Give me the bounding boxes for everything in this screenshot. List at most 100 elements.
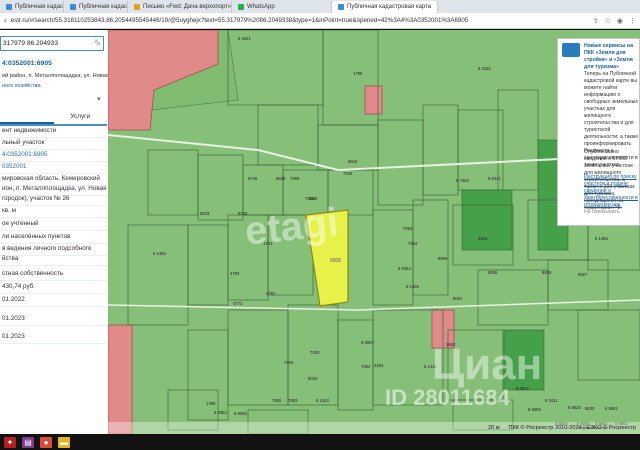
browser-tab[interactable]: Публичная кадастровая карта [0, 1, 64, 13]
news-popup: Новые сервисы на ПКК «Земля для стройки»… [557, 38, 640, 226]
browser-tab[interactable]: Публичная кадастровая карта [332, 1, 438, 13]
parcel-number-label: 8827 [578, 272, 588, 277]
breadcrumb-line-2: ного хозяйства [2, 83, 41, 89]
tab-favicon-icon [134, 4, 140, 10]
scale-label: 20 м [488, 425, 500, 431]
search-box[interactable]: ⌕ [0, 36, 104, 51]
tab-favicon-icon [238, 4, 244, 10]
parcel-number-label: 1789 [206, 401, 216, 406]
parcel-number-label: 7025 [343, 171, 353, 176]
tab-info[interactable] [0, 108, 54, 124]
instruction-link[interactable]: Инструкция по поиску участков и подаче с… [584, 174, 639, 209]
attribute-row[interactable]: 4:0352001:6905 [2, 151, 48, 158]
selected-parcel-label: 6905 [330, 258, 341, 264]
attribute-row: 430,74 руб. [2, 283, 36, 290]
search-input[interactable] [3, 40, 83, 47]
watermark-id: ID 28011684 [385, 385, 510, 410]
header-code-row: 4:0352001:6905 [0, 57, 107, 69]
building-pink[interactable] [108, 324, 133, 434]
parcel-number-label: 4793 [230, 271, 240, 276]
browser-tab[interactable]: Письмо «Fwd: Дача верхопорт» [128, 1, 232, 13]
parcel-number-label: 6 8255 [234, 411, 247, 416]
attribute-row: ент недвижимости [2, 127, 57, 134]
copyright-label: ПКК © Росреестр 2010-2024 | ЕЭКО © Росре… [508, 425, 636, 431]
browser-tab[interactable]: WhatsApp [232, 1, 332, 13]
parcel-number-label: 6 1465 [595, 236, 608, 241]
parcel-number-label: 4773 [233, 301, 243, 306]
folder-icon[interactable]: ▬ [58, 436, 70, 448]
parcel-number-label: 7255 [305, 196, 315, 201]
attribute-row: 01.2023 [2, 333, 25, 340]
parcel-number-label: 6 8842 [605, 406, 618, 411]
row-divider [0, 265, 107, 266]
parcel-number-label: 7692 [272, 398, 282, 403]
tab-label: Публичная кадастровая карта [15, 4, 64, 10]
parcel-number-label: 4792 [266, 291, 276, 296]
attribute-row: льный участок [2, 139, 45, 146]
attribute-row: 01.2022 [2, 296, 25, 303]
attribute-row: городок), участок № 26 [2, 195, 70, 202]
parcel-number-label: 6 8825 [568, 405, 581, 410]
share-icon[interactable]: ⇪ [593, 17, 599, 25]
parcel-number-label: 8034 [308, 376, 318, 381]
row-divider [0, 325, 107, 326]
parcel-number-label: 8835 [542, 270, 552, 275]
star-icon[interactable]: ☆ [605, 17, 611, 25]
parcel-number-label: 6 7004 [456, 178, 469, 183]
attribute-row: я ведения личного подсобного [2, 245, 92, 252]
info-panel: ⌕ × 4:0352001:6905 ий район, п. Металлпл… [0, 30, 109, 434]
row-divider [0, 173, 107, 174]
browser-tab-strip: Публичная кадастровая карта Публичная кад… [0, 0, 640, 13]
chrome-icon[interactable]: ● [40, 436, 52, 448]
parcel-number-label: 7003 [310, 350, 320, 355]
tab-label: Публичная кадастровая карта [79, 4, 128, 10]
parcel-number-label: 1795 [353, 71, 363, 76]
tab-favicon-icon [70, 4, 76, 10]
os-taskbar: ✦ ▤ ● ▬ [0, 434, 640, 450]
row-divider [0, 137, 107, 138]
attribute-row: ое учтенный [2, 220, 39, 227]
parcel-number-label: 6 6441 [488, 176, 501, 181]
parcel-number-label: 7693 [288, 398, 298, 403]
acrobat-icon[interactable]: ✦ [4, 436, 16, 448]
url-text[interactable]: estr.ru/#/search/55.318110253843,86.2054… [11, 17, 593, 24]
tab-services[interactable]: Услуги [54, 108, 108, 124]
attribute-row: стная собственность [2, 270, 64, 277]
tab-favicon-icon [338, 4, 344, 10]
parcel-dark[interactable] [461, 189, 513, 251]
winrar-icon[interactable]: ▤ [22, 436, 34, 448]
watermark-cian: Циан [432, 340, 543, 389]
clear-icon[interactable]: × [94, 37, 99, 46]
tab-favicon-icon [6, 4, 12, 10]
address-bar[interactable]: ‹ estr.ru/#/search/55.318110253843,86.20… [0, 13, 640, 29]
row-divider [0, 230, 107, 231]
attribute-row[interactable]: 0352001 [2, 163, 27, 170]
parcel-number-label: 7064 [408, 241, 418, 246]
parcel-number-label: 6 8355 [528, 407, 541, 412]
row-divider [0, 306, 107, 307]
parcel-number-label: 6 1405 [406, 284, 419, 289]
profile-icon[interactable]: ◉ [617, 17, 623, 25]
parcel-number-label: 6843 [348, 159, 358, 164]
row-divider [0, 280, 107, 281]
parcel-number-label: 8836 [488, 270, 498, 275]
parcel-number-label: 8081 [453, 296, 463, 301]
back-icon[interactable]: ‹ [4, 16, 7, 25]
browser-tab[interactable]: Публичная кадастровая карта [64, 1, 128, 13]
map-status-bar: 20 м ПКК © Росреестр 2010-2024 | ЕЭКО © … [108, 422, 640, 434]
menu-icon[interactable]: ⋮ [629, 17, 636, 25]
building-pink[interactable] [364, 85, 383, 115]
tab-label: Публичная кадастровая карта [347, 4, 432, 10]
parcel-number-label: 6846 [276, 176, 286, 181]
parcel-number-label: 7694 [284, 360, 294, 365]
parcel-number-label: 8859 [438, 256, 448, 261]
tab-label: Письмо «Fwd: Дача верхопорт» [143, 4, 232, 10]
dismiss-link[interactable]: Не показывать [584, 209, 639, 216]
parcel-number-label: 2254 [374, 363, 384, 368]
collapse-icon[interactable]: ▾ [97, 95, 101, 103]
attribute-row: 01.2023 [2, 315, 25, 322]
parcel-number-label: 6 8352 [214, 410, 227, 415]
pkk-logo-icon [562, 43, 580, 57]
tab-label: WhatsApp [247, 4, 275, 10]
row-divider [0, 343, 107, 344]
